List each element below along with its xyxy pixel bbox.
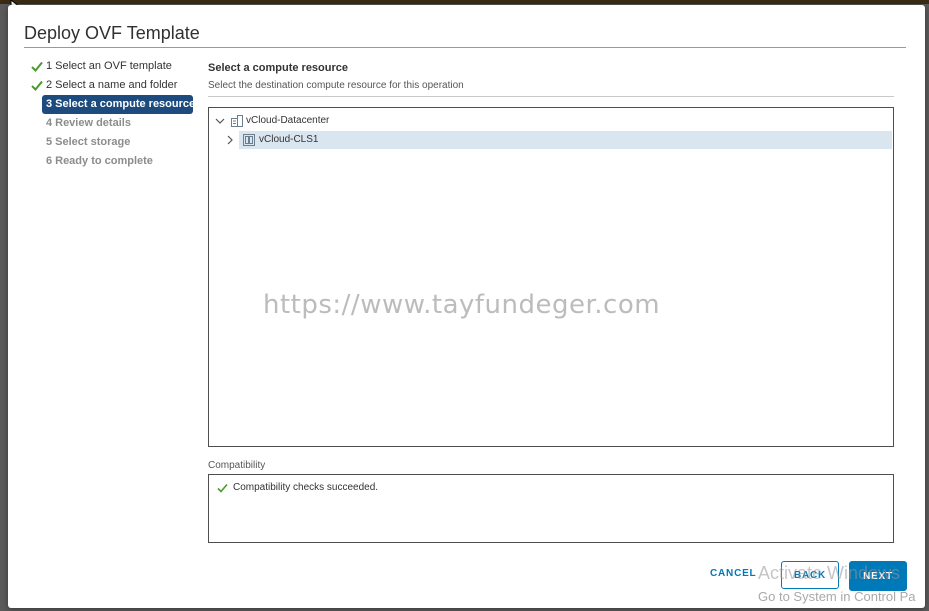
- check-icon: [31, 61, 43, 72]
- dialog-title: Deploy OVF Template: [24, 23, 200, 43]
- tree-node-cluster[interactable]: vCloud-CLS1: [227, 131, 892, 149]
- section-divider: [208, 96, 894, 97]
- tree-node-label: vCloud-CLS1: [259, 134, 319, 145]
- wizard-step-3[interactable]: 3 Select a compute resource: [42, 95, 196, 114]
- wizard-step-6: 6 Ready to complete: [28, 152, 198, 171]
- compatibility-label: Compatibility: [208, 460, 266, 471]
- step-number: 4: [46, 117, 53, 129]
- compatibility-message: Compatibility checks succeeded.: [233, 482, 379, 493]
- step-number: 3: [46, 98, 53, 110]
- datacenter-icon: [231, 115, 243, 127]
- step-label: Select a name and folder: [55, 79, 178, 91]
- step-label: Review details: [55, 117, 131, 129]
- window-top-strip: [0, 0, 929, 4]
- compute-resource-tree: vCloud-Datacenter vCloud-CLS1: [208, 107, 894, 447]
- tree-node-label: vCloud-Datacenter: [246, 115, 330, 126]
- step-number: 1: [46, 60, 53, 72]
- compatibility-panel: Compatibility checks succeeded.: [208, 474, 894, 543]
- step-label: Select storage: [55, 136, 131, 148]
- site-watermark: https://www.tayfundeger.com: [263, 290, 661, 320]
- step-label: Select a compute resource: [55, 98, 196, 110]
- wizard-step-5: 5 Select storage: [28, 133, 198, 152]
- wizard-steps: 1 Select an OVF template 2 Select a name a…: [28, 57, 198, 171]
- section-title: Select a compute resource: [208, 62, 349, 74]
- activate-windows-notice: Activate Windows: [758, 563, 901, 583]
- activate-windows-hint: Go to System in Control Pa: [758, 589, 916, 604]
- step-label: Select an OVF template: [55, 60, 172, 72]
- wizard-step-1[interactable]: 1 Select an OVF template: [28, 57, 198, 76]
- step-number: 6: [46, 155, 53, 167]
- tree-node-datacenter[interactable]: vCloud-Datacenter: [213, 112, 889, 130]
- wizard-step-4: 4 Review details: [28, 114, 198, 133]
- step-header: Select a compute resource Select the des…: [208, 61, 894, 97]
- check-icon: [217, 483, 228, 493]
- chevron-right-icon[interactable]: [225, 131, 235, 149]
- chevron-down-icon[interactable]: [215, 112, 225, 130]
- wizard-step-2[interactable]: 2 Select a name and folder: [28, 76, 198, 95]
- step-number: 2: [46, 79, 53, 91]
- check-icon: [31, 80, 43, 91]
- cancel-button[interactable]: CANCEL: [710, 568, 756, 579]
- title-divider: [24, 47, 906, 48]
- step-number: 5: [46, 136, 53, 148]
- cluster-icon: [243, 134, 255, 146]
- deploy-ovf-dialog: Deploy OVF Template 1 Select an OVF templ…: [8, 5, 925, 608]
- section-subtitle: Select the destination compute resource …: [208, 80, 464, 91]
- step-label: Ready to complete: [55, 155, 153, 167]
